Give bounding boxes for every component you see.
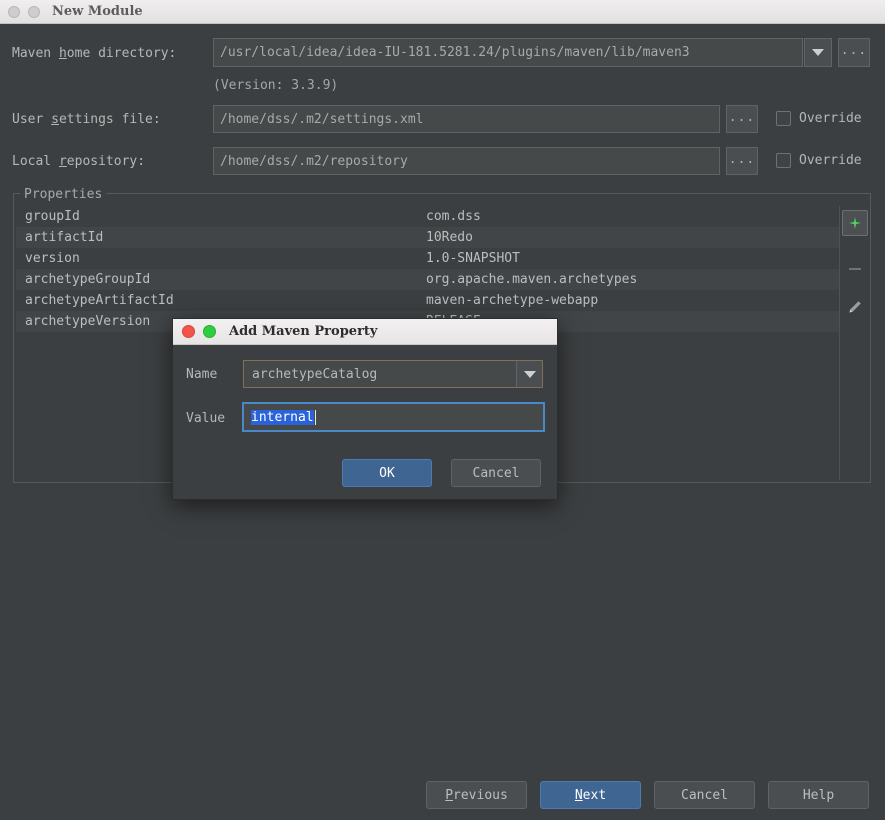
local-repository-input[interactable]: /home/dss/.m2/repository: [213, 147, 720, 175]
local-repository-browse-button[interactable]: ...: [726, 147, 758, 175]
help-button[interactable]: Help: [768, 781, 869, 809]
local-repository-override-checkbox[interactable]: Override: [776, 153, 862, 168]
dialog-ok-button[interactable]: OK: [342, 459, 432, 487]
table-row[interactable]: artifactId 10Redo: [16, 227, 839, 248]
table-row[interactable]: archetypeGroupId org.apache.maven.archety…: [16, 269, 839, 290]
dialog-value-text: internal: [251, 409, 314, 425]
property-key-cell: groupId: [25, 209, 80, 224]
property-key-cell: artifactId: [25, 230, 104, 245]
user-settings-browse-button[interactable]: ...: [726, 105, 758, 133]
dialog-titlebar: Add Maven Property: [173, 319, 557, 345]
property-value-cell: com.dss: [426, 209, 481, 224]
dialog-zoom-icon[interactable]: [203, 325, 216, 338]
user-settings-label: User settings file:: [12, 112, 161, 127]
window-title: New Module: [52, 4, 143, 19]
user-settings-value: /home/dss/.m2/settings.xml: [220, 111, 424, 127]
property-value-cell: 1.0-SNAPSHOT: [426, 251, 520, 266]
dialog-name-combo[interactable]: archetypeCatalog: [243, 360, 543, 388]
text-caret: [314, 409, 316, 425]
maven-home-value: /usr/local/idea/idea-IU-181.5281.24/plug…: [220, 45, 690, 60]
pencil-icon: [849, 301, 861, 313]
property-value-cell: maven-archetype-webapp: [426, 293, 599, 308]
property-key-cell: archetypeArtifactId: [25, 293, 174, 308]
local-repository-value: /home/dss/.m2/repository: [220, 153, 408, 169]
dialog-name-label: Name: [186, 367, 218, 382]
checkbox-box-icon: [776, 153, 791, 168]
property-value-cell: org.apache.maven.archetypes: [426, 272, 638, 287]
maven-home-input[interactable]: /usr/local/idea/idea-IU-181.5281.24/plug…: [213, 38, 803, 67]
dialog-title: Add Maven Property: [229, 324, 378, 339]
dialog-close-icon[interactable]: [182, 325, 195, 338]
close-button-icon[interactable]: [8, 5, 20, 18]
minimize-button-icon[interactable]: [28, 5, 40, 18]
browse-button-label: ...: [728, 109, 756, 125]
checkbox-box-icon: [776, 111, 791, 126]
chevron-down-icon: [812, 49, 824, 56]
property-value-cell: 10Redo: [426, 230, 473, 245]
dialog-cancel-button[interactable]: Cancel: [451, 459, 541, 487]
maven-version-note: (Version: 3.3.9): [213, 78, 339, 93]
property-key-cell: archetypeGroupId: [25, 272, 151, 287]
table-row[interactable]: archetypeArtifactId maven-archetype-webap…: [16, 290, 839, 311]
browse-button-label: ...: [728, 151, 756, 167]
user-settings-override-checkbox[interactable]: Override: [776, 111, 862, 126]
previous-button[interactable]: Previous: [426, 781, 527, 809]
minus-icon: [848, 268, 861, 270]
properties-toolbar: [839, 206, 869, 480]
ok-button-label: OK: [379, 465, 395, 481]
dialog-value-input[interactable]: internal: [242, 402, 545, 432]
browse-button-label: ...: [840, 43, 868, 58]
maven-home-label: Maven home directory:: [12, 46, 177, 61]
next-button[interactable]: Next: [540, 781, 641, 809]
property-key-cell: version: [25, 251, 80, 266]
cancel-button-label: Cancel: [681, 787, 728, 803]
window-titlebar: New Module: [0, 0, 885, 24]
dialog-name-value: archetypeCatalog: [252, 366, 378, 382]
help-button-label: Help: [802, 787, 835, 803]
maven-home-browse-button[interactable]: ...: [838, 38, 870, 67]
chevron-down-icon: [523, 370, 536, 378]
edit-property-button[interactable]: [842, 294, 868, 320]
properties-table-body: groupId com.dss artifactId 10Redo version 1.0…: [16, 206, 839, 332]
user-settings-input[interactable]: /home/dss/.m2/settings.xml: [213, 105, 720, 133]
remove-property-button[interactable]: [842, 256, 868, 282]
dialog-name-dropdown-button[interactable]: [516, 361, 542, 387]
override-label: Override: [799, 111, 862, 126]
table-row[interactable]: version 1.0-SNAPSHOT: [16, 248, 839, 269]
plus-icon: [848, 217, 861, 229]
maven-home-dropdown-button[interactable]: [804, 38, 832, 67]
dialog-value-label: Value: [186, 411, 226, 426]
add-property-button[interactable]: [841, 210, 868, 236]
new-module-window: New Module Maven home directory: /usr/lo…: [0, 0, 885, 820]
cancel-button[interactable]: Cancel: [654, 781, 755, 809]
local-repository-label: Local repository:: [12, 154, 146, 169]
override-label: Override: [799, 153, 862, 168]
dialog-cancel-button-label: Cancel: [472, 465, 520, 481]
table-row[interactable]: groupId com.dss: [16, 206, 839, 227]
properties-group-title: Properties: [20, 187, 107, 202]
